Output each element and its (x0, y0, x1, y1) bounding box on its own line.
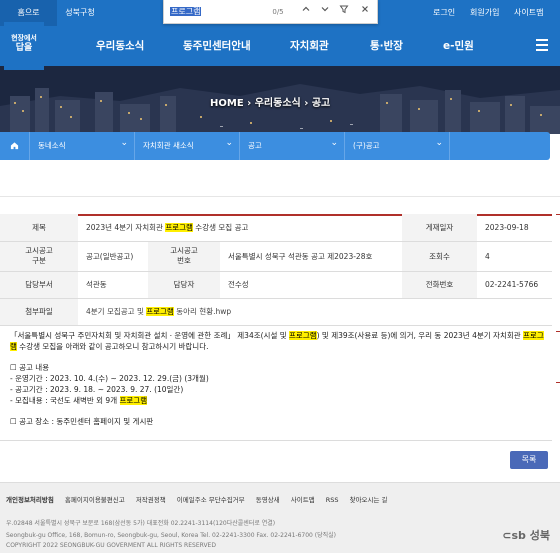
footer-link-directions[interactable]: 찾아오시는 길 (350, 496, 388, 504)
divider (0, 196, 560, 197)
seongbuk-office-link[interactable]: 성북구청 (57, 0, 103, 26)
body-paragraph: 「서울특별시 성북구 주민자치회 및 자치회관 설치ㆍ운영에 관한 조례」 제3… (10, 331, 544, 351)
table-row: 고시공고 구분 공고(일반공고) 고시공고 번호 서울특별시 성북구 석관동 공… (0, 241, 552, 272)
subnav-notice[interactable]: 공고 (240, 129, 345, 160)
footer-link-privacy[interactable]: 개인정보처리방침 (6, 496, 54, 504)
close-icon[interactable] (357, 4, 373, 20)
nav-autonomy-hall[interactable]: 자치회관 (290, 26, 329, 66)
table-row: 첨부파일 4분기 모집공고 및 프로그램 동아리 현황.hwp (0, 298, 552, 326)
hero-banner: HOME › 우리동소식 › 공고 (0, 66, 560, 134)
table-row: 제목 2023년 4분기 자치회관 프로그램 수강생 모집 공고 게재일자 20… (0, 214, 552, 242)
label-dept: 담당부서 (0, 271, 78, 299)
footer-link-sitemap[interactable]: 사이트맵 (291, 496, 315, 504)
table-row: 담당부서 석관동 담당자 전수성 전화번호 02-2241-5766 (0, 271, 552, 299)
post-dept: 석관동 (78, 271, 148, 299)
footer-address: 우.02848 서울특별시 성북구 보문로 168(삼선동 5가) 대표전화 0… (6, 520, 276, 527)
post-views: 4 (477, 241, 552, 272)
subnav-hall-news[interactable]: 자치회관 새소식 (135, 129, 240, 160)
body-line: - 운영기간 : 2023. 10. 4.(수) ~ 2023. 12. 29.… (10, 374, 209, 383)
label-title: 제목 (0, 214, 78, 242)
post-type: 공고(일반공고) (78, 241, 148, 272)
breadcrumb: HOME › 우리동소식 › 공고 (210, 98, 331, 109)
footer-links: 개인정보처리방침 홈페이지이용불편신고 저작권정책 이메일주소 무단수집거부 동… (6, 494, 397, 504)
edge-mark (556, 382, 560, 383)
label-attach: 첨부파일 (0, 298, 78, 326)
find-count: 0/5 (272, 8, 284, 16)
filter-icon[interactable] (336, 4, 352, 20)
edge-mark (556, 214, 560, 215)
find-in-page-bar: 프로그램 0/5 (163, 0, 378, 24)
join-link[interactable]: 회원가입 (470, 0, 499, 26)
top-utility-bar: 홈으로 성북구청 로그인 회원가입 사이트맵 프로그램 0/5 (0, 0, 560, 26)
seongbuk-logo: ⊂sb 성북 (502, 529, 550, 542)
post-number: 서울특별시 성북구 석관동 공고 제2023-28호 (220, 241, 402, 272)
nav-e-civil[interactable]: e-민원 (443, 26, 474, 66)
post-date: 2023-09-18 (477, 214, 552, 242)
label-type: 고시공고 구분 (0, 241, 78, 272)
list-button[interactable]: 목록 (510, 451, 548, 469)
footer-link-report[interactable]: 홈페이지이용불편신고 (65, 496, 125, 504)
nav-tong-ban[interactable]: 통·반장 (370, 26, 403, 66)
footer-link-copyright[interactable]: 저작권정책 (136, 496, 166, 504)
body-line: - 공고기간 : 2023. 9. 18. ~ 2023. 9. 27. (10… (10, 385, 184, 394)
post-manager: 전수성 (220, 271, 402, 299)
nav-village-news[interactable]: 우리동소식 (96, 26, 144, 66)
post-phone: 02-2241-5766 (477, 271, 552, 299)
edge-mark (556, 331, 560, 332)
main-navigation: 현장에서 답을 우리동소식 동주민센터안내 자치회관 통·반장 e-민원 (0, 22, 560, 70)
footer-link-rss[interactable]: RSS (326, 496, 339, 504)
body-line: - 모집내용 : 국선도 새벽반 외 9개 프로그램 (10, 396, 148, 405)
footer: 개인정보처리방침 홈페이지이용불편신고 저작권정책 이메일주소 무단수집거부 동… (0, 482, 560, 553)
chevron-down-icon[interactable] (317, 4, 333, 20)
nav-center-info[interactable]: 동주민센터안내 (183, 26, 251, 66)
label-manager: 담당자 (148, 271, 220, 299)
logo-line2: 답을 (15, 43, 33, 53)
attachment-link[interactable]: 4분기 모집공고 및 프로그램 동아리 현황.hwp (78, 298, 552, 326)
find-input[interactable]: 프로그램 (170, 5, 275, 19)
subnav-old-notice[interactable]: (구)공고 (345, 129, 450, 160)
divider (0, 440, 552, 441)
sitemap-link[interactable]: 사이트맵 (514, 0, 543, 26)
body-section-heading: ☐ 공고 내용 (10, 363, 50, 372)
post-info-table: 제목 2023년 4분기 자치회관 프로그램 수강생 모집 공고 게재일자 20… (0, 214, 552, 326)
menu-icon[interactable] (536, 39, 548, 51)
label-views: 조회수 (402, 241, 477, 272)
home-icon[interactable] (0, 132, 30, 160)
footer-link-video[interactable]: 동영상새 (256, 496, 280, 504)
footer-copyright: COPYRIGHT 2022 SEONGBUK-GU GOVERMENT ALL… (6, 542, 216, 549)
find-query: 프로그램 (170, 7, 202, 16)
chevron-up-icon[interactable] (298, 4, 314, 20)
login-link[interactable]: 로그인 (433, 0, 455, 26)
post-title: 2023년 4분기 자치회관 프로그램 수강생 모집 공고 (78, 214, 402, 242)
logo-line1: 현장에서 (11, 34, 37, 42)
footer-address-en: Seongbuk-gu Office, 168, Bomun-ro, Seong… (6, 532, 337, 539)
post-body: 「서울특별시 성북구 주민자치회 및 자치회관 설치ㆍ운영에 관한 조례」 제3… (10, 330, 550, 427)
label-number: 고시공고 번호 (148, 241, 220, 272)
label-phone: 전화번호 (402, 271, 477, 299)
body-section-heading: ☐ 공고 장소 : 동주민센터 홈페이지 및 게시판 (10, 417, 154, 426)
site-logo[interactable]: 현장에서 답을 (4, 22, 44, 70)
label-date: 게재일자 (402, 214, 477, 242)
sub-navigation: 동네소식 자치회관 새소식 공고 (구)공고 (0, 129, 550, 160)
subnav-village-news[interactable]: 동네소식 (30, 129, 135, 160)
footer-link-email[interactable]: 이메일주소 무단수집거부 (177, 496, 245, 504)
